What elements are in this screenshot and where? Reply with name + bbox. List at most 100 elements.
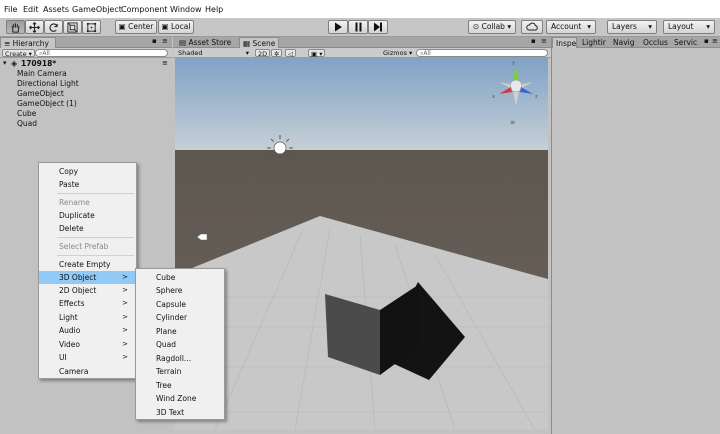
submenu-item-cube[interactable]: Cube [136,271,224,284]
rotate-tool-button[interactable] [44,20,63,34]
submenu-item-3d-text[interactable]: 3D Text [136,406,224,419]
scale-tool-button[interactable] [63,20,82,34]
panel-menu-icon[interactable]: ≡ [162,37,168,45]
tab-lighting[interactable]: Lightir [579,37,609,48]
chevron-right-icon: > [122,286,128,294]
chevron-right-icon: > [122,273,128,281]
submenu-item-ragdoll[interactable]: Ragdoll... [136,352,224,365]
rotate-icon [49,23,58,32]
hand-tool-button[interactable] [6,20,25,34]
tab-hierarchy[interactable]: ≡ Hierarchy [0,37,56,48]
list-item[interactable]: Cube [17,109,36,118]
tab-inspector[interactable]: Inspe [552,37,577,48]
play-button[interactable] [328,20,348,34]
submenu-item-terrain[interactable]: Terrain [136,365,224,378]
collab-dropdown[interactable]: ⊙ Collab ▾ [468,20,516,34]
pause-icon [355,22,361,32]
menu-item-video[interactable]: Video > [39,338,136,351]
scene-search-input[interactable]: ⌕All [416,49,548,57]
gizmos-dropdown[interactable]: Gizmos ▾ [381,49,414,57]
submenu-item-wind-zone[interactable]: Wind Zone [136,392,224,405]
menu-component[interactable]: Component [121,5,167,14]
submenu-item-sphere[interactable]: Sphere [136,284,224,297]
menu-item-camera[interactable]: Camera [39,365,136,378]
scene-viewport[interactable]: y x z ≡ [175,57,548,430]
tab-services[interactable]: Servic [671,37,702,48]
rect-tool-button[interactable] [82,20,101,34]
menu-item-2d-object[interactable]: 2D Object > [39,284,136,297]
submenu-3d-object: Cube Sphere Capsule Cylinder Plane Quad … [135,268,225,420]
scene-menu-icon[interactable]: ≡ [162,59,168,67]
menu-item-ui[interactable]: UI > [39,351,136,364]
audio-toggle-icon[interactable]: ◁ [285,49,296,58]
inspector-tabbar: Inspe Lightir Navig Occlus Servic ▪ ≡ [552,37,720,48]
menu-item-audio[interactable]: Audio > [39,324,136,337]
pause-button[interactable] [348,20,368,34]
chevron-down-icon: ▾ [504,22,512,31]
list-item[interactable]: GameObject (1) [17,99,77,108]
panel-menu-icon[interactable]: ≡ [712,37,718,45]
step-button[interactable] [368,20,388,34]
lock-icon[interactable]: ▪ [704,37,709,45]
cloud-button[interactable] [521,20,543,34]
layers-dropdown[interactable]: Layers ▾ [607,20,657,34]
chevron-right-icon: > [122,299,128,307]
lock-icon[interactable]: ▪ [531,37,536,45]
chevron-right-icon: > [122,340,128,348]
menu-edit[interactable]: Edit [23,5,39,14]
chevron-right-icon: > [122,313,128,321]
submenu-item-plane[interactable]: Plane [136,325,224,338]
menu-item-3d-object[interactable]: 3D Object > [39,271,136,284]
menu-item-delete[interactable]: Delete [39,222,136,235]
chevron-down-icon: ▾ [648,22,652,31]
cloud-icon [526,22,538,31]
unity-scene-icon: ◈ [11,59,18,68]
menu-item-copy[interactable]: Copy [39,165,136,178]
menu-help[interactable]: Help [205,5,223,14]
account-dropdown[interactable]: Account ▾ [546,20,596,34]
submenu-item-cylinder[interactable]: Cylinder [136,311,224,324]
menu-item-duplicate[interactable]: Duplicate [39,209,136,222]
menu-gameobject[interactable]: GameObject [72,5,122,14]
list-item[interactable]: Directional Light [17,79,79,88]
menu-item-rename: Rename [59,198,90,207]
menu-item-effects[interactable]: Effects > [39,297,136,310]
scene-render: y x z ≡ [175,57,548,430]
list-item[interactable]: GameObject [17,89,64,98]
image-icon[interactable]: ▣ ▾ [308,49,326,58]
move-tool-button[interactable] [25,20,44,34]
menu-divider [57,255,134,256]
menu-window[interactable]: Window [170,5,202,14]
space-local-toggle[interactable]: ▣ Local [158,20,194,34]
lock-icon[interactable]: ▪ [152,37,157,45]
panel-menu-icon[interactable]: ≡ [541,37,547,45]
context-menu: Copy Paste Rename Duplicate Delete Selec… [38,162,137,379]
list-item[interactable]: Quad [17,119,37,128]
local-icon: ▣ [161,22,172,31]
menu-item-paste[interactable]: Paste [39,178,136,191]
submenu-item-quad[interactable]: Quad [136,338,224,351]
pivot-icon: ▣ [118,22,129,31]
list-item[interactable]: Main Camera [17,69,67,78]
pivot-center-toggle[interactable]: ▣ Center [115,20,157,34]
menu-file[interactable]: File [4,5,17,14]
tab-occlusion[interactable]: Occlus [640,37,671,48]
submenu-item-capsule[interactable]: Capsule [136,298,224,311]
menu-item-create-empty[interactable]: Create Empty [39,258,136,271]
light-toggle-icon[interactable]: ✲ [271,49,283,58]
expand-arrow-icon[interactable]: ▾ [3,59,7,67]
layout-dropdown[interactable]: Layout ▾ [663,20,715,34]
svg-text:y: y [512,60,515,66]
menu-assets[interactable]: Assets [43,5,69,14]
tab-scene[interactable]: ▦ Scene [239,37,279,48]
create-dropdown[interactable]: Create ▾ [2,49,35,58]
scene-root-row[interactable]: ▾ ◈ 170918* ≡ [0,59,172,69]
tab-navigation[interactable]: Navig [610,37,640,48]
menu-item-light[interactable]: Light > [39,311,136,324]
hierarchy-search-input[interactable]: ⌕All [35,49,168,57]
submenu-item-tree[interactable]: Tree [136,379,224,392]
shading-mode-dropdown[interactable]: Shaded ▾ [176,49,251,57]
tab-asset-store[interactable]: ▤ Asset Store [176,37,238,48]
scene-name: 170918* [21,59,57,68]
mode-2d-toggle[interactable]: 2D [255,49,271,58]
